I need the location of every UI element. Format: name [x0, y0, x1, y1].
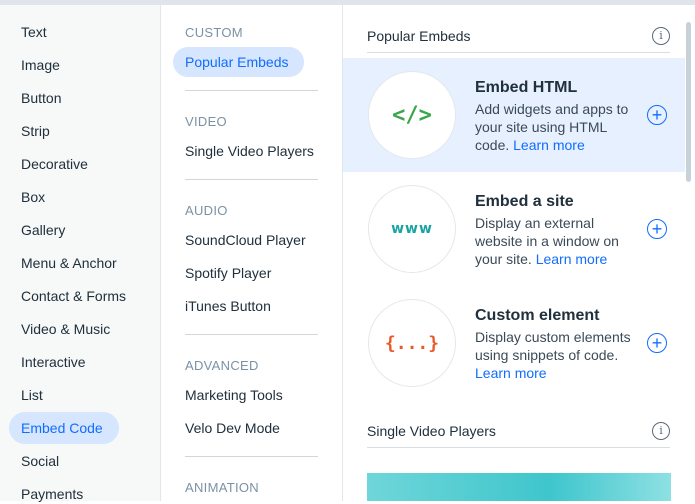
category-box[interactable]: Box	[21, 187, 45, 207]
info-icon[interactable]: i	[652, 27, 670, 45]
category-strip[interactable]: Strip	[21, 121, 50, 141]
category-decorative[interactable]: Decorative	[21, 154, 88, 174]
category-button[interactable]: Button	[21, 88, 61, 108]
embed-site-icon-circle: www	[368, 185, 456, 273]
subcategory-single-video-players[interactable]: Single Video Players	[185, 141, 314, 161]
card-description: Display an external website in a window …	[475, 215, 619, 267]
category-text[interactable]: Text	[21, 22, 47, 42]
subcategory-soundcloud-player[interactable]: SoundCloud Player	[185, 230, 306, 250]
category-video-music[interactable]: Video & Music	[21, 319, 110, 339]
section-title-underline	[367, 52, 670, 53]
card-title: Embed a site	[475, 193, 574, 210]
embed-html-icon-circle: </>	[368, 71, 456, 159]
curly-braces-icon: {...}	[384, 332, 440, 354]
subcategory-velo-dev-mode[interactable]: Velo Dev Mode	[185, 418, 280, 438]
section-title-popular-embeds: Popular Embeds	[367, 28, 471, 44]
section-divider	[185, 90, 318, 91]
subcategory-marketing-tools[interactable]: Marketing Tools	[185, 385, 283, 405]
category-list[interactable]: List	[21, 385, 43, 405]
section-title-underline	[367, 447, 670, 448]
custom-element-card[interactable]: {...} Custom element Display custom elem…	[343, 286, 685, 400]
category-payments[interactable]: Payments	[21, 484, 83, 504]
add-embed-site-button[interactable]: +	[647, 219, 667, 239]
embed-html-card[interactable]: </> Embed HTML Add widgets and apps to y…	[343, 58, 685, 172]
subcategory-spotify-player[interactable]: Spotify Player	[185, 263, 271, 283]
card-description: Add widgets and apps to your site using …	[475, 101, 629, 153]
category-image[interactable]: Image	[21, 55, 60, 75]
card-title: Custom element	[475, 307, 600, 324]
category-menu-anchor[interactable]: Menu & Anchor	[21, 253, 117, 273]
custom-element-icon-circle: {...}	[368, 299, 456, 387]
section-heading-advanced: ADVANCED	[185, 358, 259, 373]
learn-more-link[interactable]: Learn more	[536, 251, 608, 267]
code-icon: </>	[392, 102, 432, 128]
embed-site-card[interactable]: www Embed a site Display an external web…	[343, 172, 685, 286]
subcategory-popular-embeds[interactable]: Popular Embeds	[185, 52, 289, 72]
section-heading-custom: CUSTOM	[185, 25, 243, 40]
section-divider	[185, 334, 318, 335]
section-heading-animation: ANIMATION	[185, 480, 259, 495]
section-divider	[185, 456, 318, 457]
card-description: Display custom elements using snippets o…	[475, 329, 631, 381]
info-icon[interactable]: i	[652, 422, 670, 440]
category-contact-forms[interactable]: Contact & Forms	[21, 286, 126, 306]
add-custom-element-button[interactable]: +	[647, 333, 667, 353]
subcategory-panel: CUSTOM Popular Embeds VIDEO Single Video…	[161, 5, 343, 501]
subcategory-itunes-button[interactable]: iTunes Button	[185, 296, 271, 316]
content-scrollbar[interactable]	[686, 22, 691, 182]
category-gallery[interactable]: Gallery	[21, 220, 65, 240]
card-title: Embed HTML	[475, 79, 578, 96]
category-embed-code[interactable]: Embed Code	[21, 418, 103, 438]
category-interactive[interactable]: Interactive	[21, 352, 86, 372]
section-heading-video: VIDEO	[185, 114, 227, 129]
content-panel: Popular Embeds i </> Embed HTML Add widg…	[343, 5, 695, 501]
category-panel: Text Image Button Strip Decorative Box G…	[0, 5, 161, 504]
globe-www-icon: www	[391, 221, 433, 237]
video-player-thumbnail[interactable]	[367, 473, 671, 501]
section-title-single-video-players: Single Video Players	[367, 423, 496, 439]
category-social[interactable]: Social	[21, 451, 59, 471]
section-divider	[185, 179, 318, 180]
learn-more-link[interactable]: Learn more	[513, 137, 585, 153]
section-heading-audio: AUDIO	[185, 203, 228, 218]
learn-more-link[interactable]: Learn more	[475, 365, 547, 381]
add-embed-html-button[interactable]: +	[647, 105, 667, 125]
